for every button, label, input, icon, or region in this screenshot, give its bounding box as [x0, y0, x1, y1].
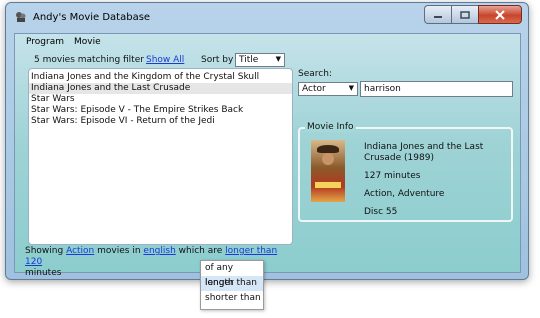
chevron-down-icon: ▼ — [275, 55, 281, 63]
minutes-text: minutes — [25, 268, 62, 278]
search-field-value: Actor — [302, 84, 326, 94]
sort-by-label: Sort by — [201, 55, 234, 65]
match-count-text: 5 movies matching filter — [34, 55, 144, 65]
length-comparison-dropdown[interactable]: of any length longer than shorter than — [200, 260, 264, 310]
close-icon — [495, 9, 505, 20]
language-link[interactable]: english — [143, 246, 175, 256]
close-button[interactable] — [478, 5, 522, 24]
caption-buttons — [424, 5, 522, 24]
chevron-down-icon: ▼ — [348, 84, 354, 92]
list-item[interactable]: Star Wars — [29, 94, 292, 105]
list-item[interactable]: Star Wars: Episode VI - Return of the Je… — [29, 116, 292, 127]
movie-details: Indiana Jones and the Last Crusade (1989… — [364, 142, 512, 225]
show-all-link[interactable]: Show All — [146, 55, 184, 65]
search-field-select[interactable]: Actor ▼ — [298, 82, 358, 96]
list-item[interactable]: Star Wars: Episode V - The Empire Strike… — [29, 105, 292, 116]
search-label: Search: — [298, 69, 332, 79]
search-input[interactable]: harrison — [360, 81, 513, 97]
dropdown-option-any-length[interactable]: of any length — [201, 261, 263, 288]
movie-title-year: Indiana Jones and the Last Crusade (1989… — [364, 142, 512, 164]
maximize-button[interactable] — [451, 5, 478, 24]
menu-program[interactable]: Program — [21, 34, 69, 51]
movie-list[interactable]: Indiana Jones and the Kingdom of the Cry… — [28, 68, 293, 245]
which-are-text: which are — [178, 246, 223, 256]
client-area: Program Movie 5 movies matching filter S… — [14, 33, 521, 278]
dropdown-option-shorter-than[interactable]: shorter than — [201, 291, 263, 306]
minimize-icon — [434, 15, 442, 18]
movie-info-group: Movie Info Indiana Jones and the Last Cr… — [298, 122, 513, 225]
sort-by-value: Title — [239, 55, 259, 65]
menu-bar: Program Movie — [15, 34, 526, 51]
menu-movie[interactable]: Movie — [69, 34, 106, 51]
movie-poster — [311, 140, 345, 202]
minimize-button[interactable] — [424, 5, 451, 24]
film-reel-icon — [16, 12, 26, 22]
dropdown-option-longer-than[interactable]: longer than — [201, 276, 263, 291]
main-window: Andy's Movie Database Program Movie 5 mo… — [5, 2, 529, 280]
window-title: Andy's Movie Database — [33, 12, 151, 23]
genre-link[interactable]: Action — [66, 246, 94, 256]
movie-year: (1989) — [404, 153, 434, 163]
movies-in-text: movies in — [97, 246, 141, 256]
movie-disc: Disc 55 — [364, 207, 398, 217]
length-comparison-link[interactable]: longer than — [225, 246, 277, 256]
movie-info-legend: Movie Info — [305, 122, 356, 132]
movie-runtime: 127 minutes — [364, 171, 421, 181]
list-item[interactable]: Indiana Jones and the Kingdom of the Cry… — [29, 72, 292, 83]
showing-text: Showing — [25, 246, 64, 256]
sort-by-select[interactable]: Title ▼ — [235, 53, 285, 67]
list-item-selected[interactable]: Indiana Jones and the Last Crusade — [29, 83, 292, 94]
movie-genres: Action, Adventure — [364, 189, 445, 199]
maximize-icon — [460, 10, 470, 19]
title-bar[interactable]: Andy's Movie Database — [6, 3, 528, 32]
length-value-link[interactable]: 120 — [25, 257, 42, 267]
